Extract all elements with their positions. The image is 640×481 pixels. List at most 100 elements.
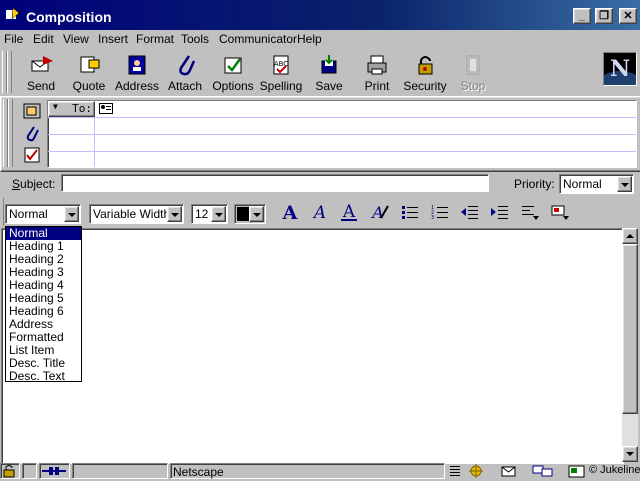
chevron-down-icon[interactable]	[617, 176, 632, 192]
vertical-scrollbar[interactable]	[622, 228, 638, 462]
mailbox-icon[interactable]	[499, 463, 519, 479]
toolbar-grip-2	[7, 51, 12, 93]
composer-app-icon	[6, 7, 20, 20]
send-icon	[31, 56, 53, 72]
recipient-row[interactable]	[48, 152, 636, 166]
chevron-down-icon[interactable]	[64, 206, 79, 222]
scroll-thumb[interactable]	[622, 244, 638, 414]
chevron-down-icon[interactable]	[167, 206, 182, 222]
main-toolbar: Send Quote Address Attach Options ABC Spelling…	[0, 49, 640, 95]
address-card-icon	[99, 103, 113, 114]
maximize-button[interactable]: ❐	[595, 8, 613, 24]
clear-styles-button[interactable]: A	[369, 202, 391, 222]
align-left-icon	[522, 206, 539, 220]
address-button[interactable]: Address	[114, 53, 160, 93]
save-icon	[321, 55, 337, 74]
message-options-tab-icon[interactable]	[22, 145, 42, 165]
svg-text:A: A	[312, 203, 326, 222]
svg-text:A: A	[282, 202, 298, 222]
insert-object-button[interactable]	[549, 202, 571, 222]
recipient-row[interactable]: ▼ To:	[48, 101, 636, 118]
paragraph-option[interactable]: Desc. Text	[6, 370, 81, 383]
navigator-icon[interactable]	[467, 463, 485, 479]
send-button[interactable]: Send	[18, 53, 64, 93]
color-swatch	[237, 207, 249, 221]
print-label: Print	[364, 79, 390, 93]
chevron-down-icon[interactable]	[249, 206, 264, 222]
priority-select[interactable]: Normal	[559, 174, 634, 194]
addressing-grip-2	[8, 99, 13, 167]
message-body-editor[interactable]	[1, 228, 624, 464]
attachment-tab-icon[interactable]	[22, 124, 42, 144]
bigger-font-button[interactable]: A	[279, 202, 301, 224]
insert-object-icon	[551, 205, 569, 220]
stop-button[interactable]: Stop	[450, 53, 496, 93]
priority-value: Normal	[563, 177, 602, 191]
text-color-select[interactable]	[234, 204, 266, 224]
svg-text:N: N	[610, 56, 630, 82]
print-button[interactable]: Print	[354, 53, 400, 93]
quote-button[interactable]: Quote	[66, 53, 112, 93]
alignment-button[interactable]	[519, 202, 541, 222]
options-button[interactable]: Options	[210, 53, 256, 93]
font-select[interactable]: Variable Width	[89, 204, 184, 224]
menu-edit[interactable]: Edit	[33, 32, 54, 46]
recipient-type-selector[interactable]: ▼ To:	[48, 101, 95, 117]
recipient-list[interactable]: ▼ To:	[47, 100, 637, 168]
chevron-down-icon[interactable]	[211, 206, 226, 222]
menu-view[interactable]: View	[63, 32, 89, 46]
connection-status-panel[interactable]	[39, 463, 70, 479]
menu-tools[interactable]: Tools	[181, 32, 209, 46]
minimize-button[interactable]: _	[573, 8, 591, 24]
scroll-down-button[interactable]	[622, 446, 638, 462]
component-bar-grip-icon[interactable]	[449, 464, 461, 478]
security-label: Security	[403, 79, 447, 93]
menu-help[interactable]: Help	[297, 32, 322, 46]
decrease-indent-button[interactable]	[459, 202, 481, 222]
composer-icon[interactable]	[567, 463, 587, 479]
scroll-up-button[interactable]	[622, 228, 638, 244]
security-button[interactable]: Security	[402, 53, 448, 93]
address-card-tab-icon[interactable]	[22, 101, 42, 121]
attach-button[interactable]: Attach	[162, 53, 208, 93]
watermark-text: © Jukeline	[589, 464, 640, 476]
bullet-list-button[interactable]	[399, 202, 421, 222]
increase-indent-button[interactable]	[489, 202, 511, 222]
svg-text:3: 3	[431, 215, 434, 221]
paragraph-style-dropdown-list[interactable]: Normal Heading 1 Heading 2 Heading 3 Heading…	[5, 226, 82, 383]
menu-communicator[interactable]: Communicator	[219, 32, 297, 46]
menu-format[interactable]: Format	[136, 32, 174, 46]
numbered-list-button[interactable]: 123	[429, 202, 451, 222]
quote-icon	[80, 56, 100, 73]
padlock-icon	[418, 56, 433, 75]
spelling-icon: ABC	[273, 55, 289, 75]
underline-button[interactable]: A	[338, 202, 360, 222]
subject-input[interactable]	[61, 174, 489, 192]
close-button[interactable]: ✕	[619, 8, 637, 24]
netscape-logo[interactable]: N	[603, 52, 637, 86]
status-text-panel: Netscape	[170, 463, 445, 479]
spelling-label: Spelling	[259, 79, 303, 93]
printer-icon	[367, 55, 387, 75]
font-size-value: 12	[195, 207, 209, 221]
save-button[interactable]: Save	[306, 53, 352, 93]
menu-insert[interactable]: Insert	[98, 32, 128, 46]
bullet-list-icon	[402, 206, 418, 219]
recipient-row[interactable]	[48, 118, 636, 135]
discussions-icon[interactable]	[531, 463, 555, 479]
font-bigger-icon: A	[282, 202, 298, 224]
indent-icon	[491, 206, 508, 219]
menu-file[interactable]: File	[4, 32, 23, 46]
paperclip-icon	[179, 55, 196, 76]
security-status-panel[interactable]	[0, 463, 20, 479]
recipient-row[interactable]	[48, 135, 636, 152]
font-size-select[interactable]: 12	[191, 204, 228, 224]
progress-panel	[72, 463, 168, 479]
status-bar: Netscape © Jukeline	[0, 462, 640, 480]
paragraph-style-select[interactable]: Normal	[5, 204, 81, 224]
italic-button[interactable]: A	[309, 202, 331, 223]
window-title: Composition	[26, 9, 112, 25]
spelling-button[interactable]: ABC Spelling	[258, 53, 304, 93]
save-label: Save	[315, 79, 343, 93]
svg-text:A: A	[370, 203, 384, 222]
